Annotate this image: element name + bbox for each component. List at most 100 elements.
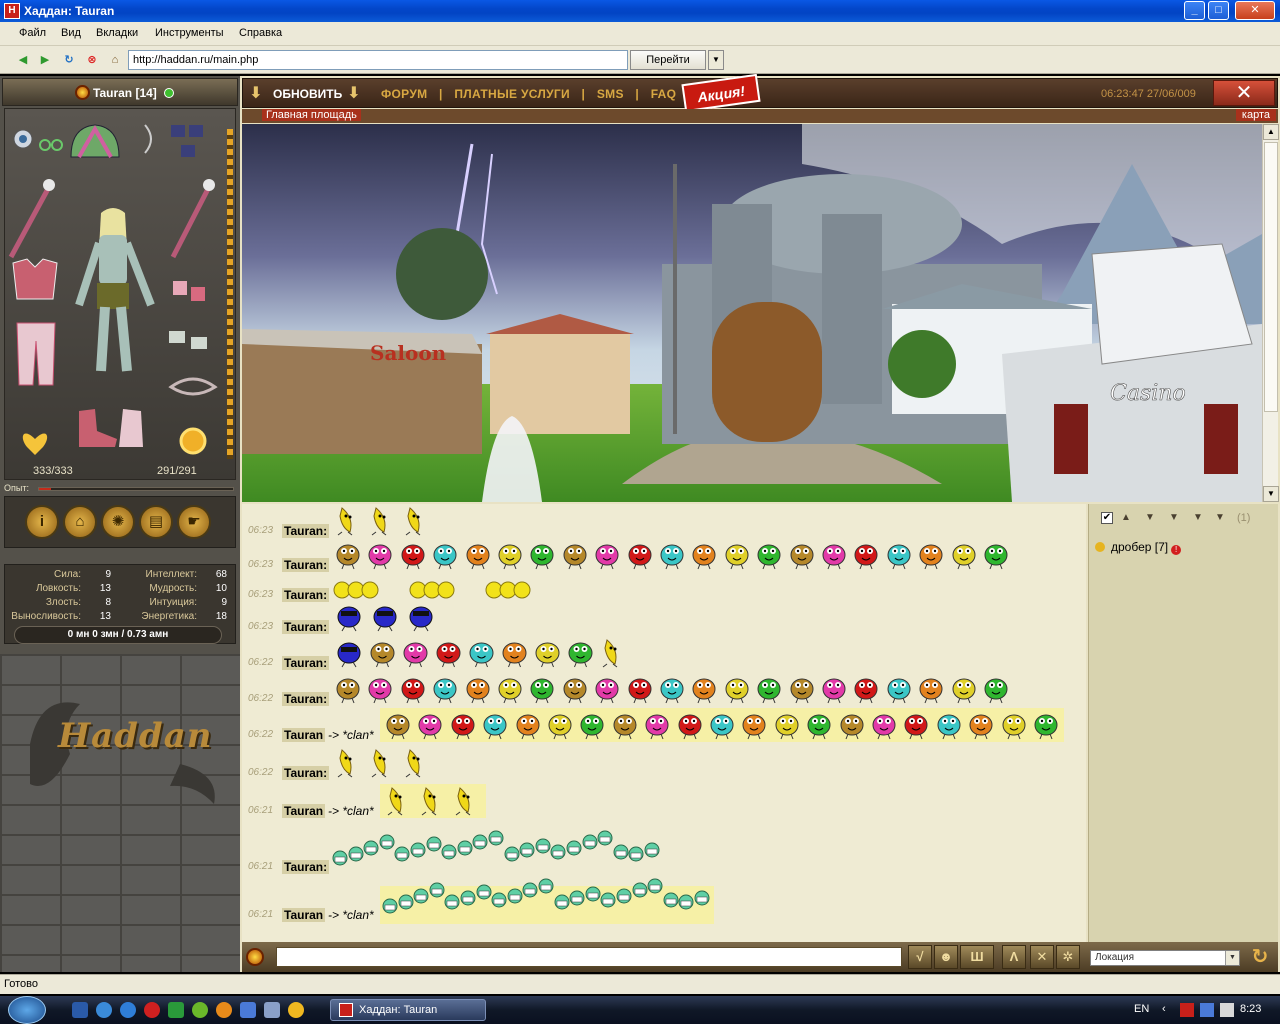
language-indicator[interactable]: EN <box>1134 1003 1149 1015</box>
forum-link[interactable]: ФОРУМ <box>381 87 427 101</box>
menu-file[interactable]: Файл <box>19 27 46 39</box>
message-recipient[interactable]: -> *clan* <box>328 804 374 818</box>
info-button[interactable]: i <box>25 505 59 539</box>
home-icon[interactable]: ⌂ <box>108 53 122 67</box>
scroll-down-icon[interactable]: ▼ <box>1263 486 1279 502</box>
creature-smiley-icon <box>498 544 522 570</box>
book-button[interactable]: ▤ <box>139 505 173 539</box>
network-icon[interactable] <box>1200 1003 1214 1017</box>
equipment-panel: 333/333 291/291 <box>4 108 236 480</box>
filter-icon[interactable]: ▼ <box>1193 513 1211 523</box>
message-author[interactable]: Tauran: <box>282 620 330 634</box>
icq-icon[interactable] <box>192 1002 208 1018</box>
creature-smiley-icon <box>535 642 560 668</box>
message-author[interactable]: Tauran <box>282 908 326 922</box>
paid-services-link[interactable]: ПЛАТНЫЕ УСЛУГИ <box>454 87 570 101</box>
faq-link[interactable]: FAQ <box>651 87 677 101</box>
desktop-icon[interactable] <box>72 1002 88 1018</box>
tray-app-icon[interactable] <box>1180 1003 1194 1017</box>
minimize-button[interactable]: _ <box>1184 1 1205 20</box>
maximize-button[interactable]: □ <box>1208 1 1229 20</box>
menu-help[interactable]: Справка <box>239 27 282 39</box>
opera-icon[interactable] <box>144 1002 160 1018</box>
scroll-up-icon[interactable]: ▲ <box>1263 124 1279 140</box>
message-recipient[interactable]: -> *clan* <box>328 728 374 742</box>
user-list-item[interactable]: дробер [7]! <box>1095 540 1182 555</box>
transfer-button[interactable]: ☛ <box>177 505 211 539</box>
message-author[interactable]: Tauran: <box>282 766 330 780</box>
exit-button[interactable]: ✕ <box>1213 80 1275 106</box>
message-author[interactable]: Tauran: <box>282 692 330 706</box>
filter-icon[interactable]: ▼ <box>1145 513 1163 523</box>
globe-icon[interactable] <box>96 1002 112 1018</box>
url-input[interactable]: http://haddan.ru/main.php <box>128 50 628 70</box>
start-button[interactable] <box>8 996 46 1024</box>
message-author[interactable]: Tauran <box>282 804 326 818</box>
down-arrow-icon[interactable]: ⬇ <box>247 84 265 104</box>
tray-expand-icon[interactable]: ‹ <box>1162 1003 1176 1017</box>
map-link[interactable]: карта <box>1235 109 1276 121</box>
info-alert-icon[interactable]: ! <box>1171 545 1182 555</box>
refresh-button[interactable]: ОБНОВИТЬ <box>273 87 342 101</box>
back-icon[interactable]: ◀ <box>16 53 30 67</box>
taskbar-window-button[interactable]: Хаддан: Tauran <box>330 999 486 1021</box>
close-button[interactable]: ✕ <box>1235 1 1275 20</box>
menu-tabs[interactable]: Вкладки <box>96 27 138 39</box>
grin-smiley-icon <box>382 898 398 914</box>
font-icon[interactable]: Ш <box>960 945 994 969</box>
scroll-thumb[interactable] <box>1264 142 1278 412</box>
grin-smiley-icon <box>332 850 348 866</box>
go-dropdown-button[interactable]: ▼ <box>708 50 724 70</box>
refresh-chat-icon[interactable]: ↻ <box>1248 945 1272 969</box>
message-author[interactable]: Tauran <box>282 728 326 742</box>
go-button[interactable]: Перейти <box>630 50 706 70</box>
app-icon: H <box>4 3 20 19</box>
message-author[interactable]: Tauran: <box>282 524 330 538</box>
mail-icon[interactable] <box>216 1002 232 1018</box>
volume-icon[interactable] <box>1220 1003 1234 1017</box>
app-icon[interactable] <box>168 1002 184 1018</box>
creature-smiley-icon <box>403 642 428 668</box>
sms-link[interactable]: SMS <box>597 87 624 101</box>
menu-view[interactable]: Вид <box>61 27 81 39</box>
forward-icon[interactable]: ▶ <box>38 53 52 67</box>
stat-value: 9 <box>105 569 111 580</box>
app-icon[interactable] <box>240 1002 256 1018</box>
filter-checkbox[interactable]: ✔ <box>1101 512 1113 524</box>
app-icon[interactable] <box>288 1002 304 1018</box>
menu-tools[interactable]: Инструменты <box>155 27 224 39</box>
reload-icon[interactable]: ↻ <box>62 53 76 67</box>
filter-all-icon[interactable]: ▲ <box>1121 513 1139 523</box>
inventory-button[interactable]: ⌂ <box>63 505 97 539</box>
settings-icon[interactable]: ✲ <box>1056 945 1080 969</box>
folder-icon[interactable] <box>264 1002 280 1018</box>
stop-icon[interactable]: ⊗ <box>85 53 99 67</box>
translit-icon[interactable]: Λ <box>1002 945 1026 969</box>
creature-smiley-icon <box>692 544 716 570</box>
location-scene[interactable]: Saloon Casino <box>242 124 1262 502</box>
smile-icon[interactable]: ☻ <box>934 945 958 969</box>
equipment-scrollbar[interactable] <box>227 129 233 459</box>
chat-input[interactable] <box>276 947 902 967</box>
creature-smiley-icon <box>969 714 993 740</box>
creature-smiley-icon <box>595 544 619 570</box>
filter-icon[interactable]: ▼ <box>1215 513 1233 523</box>
creature-smiley-icon <box>645 714 669 740</box>
address-bar: ◀ ▶ ↻ ⊗ ⌂ http://haddan.ru/main.php Пере… <box>0 46 1280 74</box>
ie-icon[interactable] <box>120 1002 136 1018</box>
check-icon[interactable]: √ <box>908 945 932 969</box>
user-name[interactable]: дробер [7] <box>1111 540 1168 554</box>
creature-smiley-icon <box>775 714 799 740</box>
down-arrow-icon[interactable]: ⬇ <box>345 84 363 104</box>
abilities-button[interactable]: ✺ <box>101 505 135 539</box>
message-author[interactable]: Tauran: <box>282 860 330 874</box>
character-name[interactable]: Tauran [14] <box>93 86 157 100</box>
promo-badge[interactable]: Акция! <box>681 73 761 113</box>
message-author[interactable]: Tauran: <box>282 656 330 670</box>
message-recipient[interactable]: -> *clan* <box>328 908 374 922</box>
scene-scrollbar[interactable]: ▲ ▼ <box>1262 124 1279 502</box>
clear-icon[interactable]: ✕ <box>1030 945 1054 969</box>
filter-icon[interactable]: ▼ <box>1169 513 1187 523</box>
chevron-down-icon[interactable]: ▼ <box>1225 951 1239 965</box>
channel-select[interactable]: Локация ▼ <box>1090 950 1240 966</box>
